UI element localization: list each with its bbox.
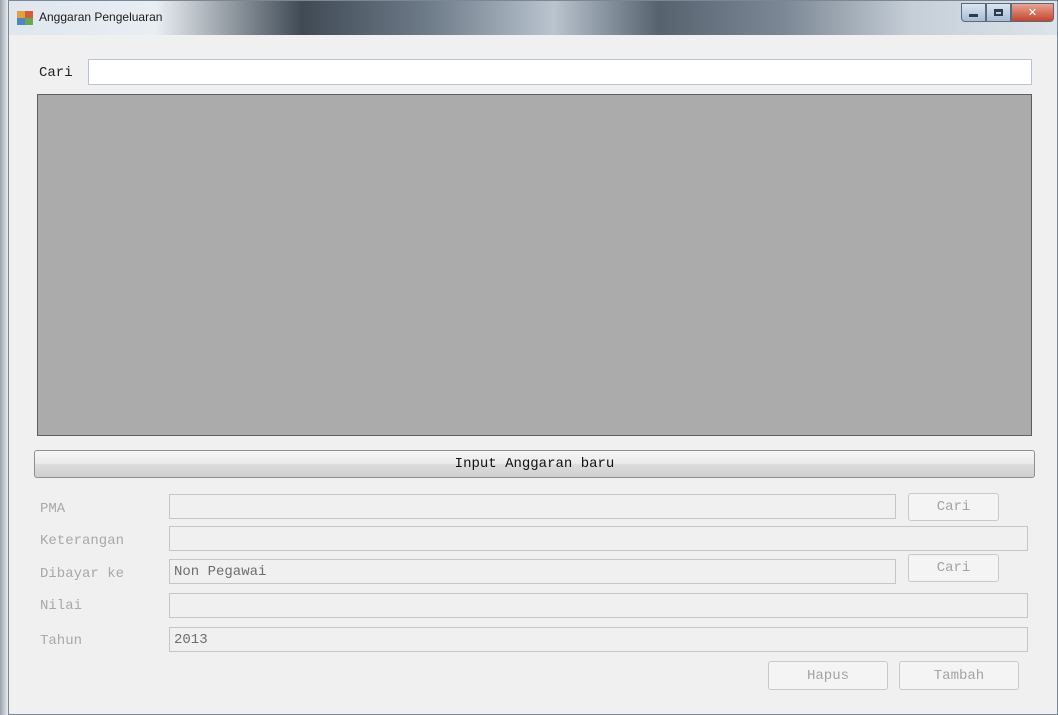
title-bar[interactable]: Anggaran Pengeluaran ✕: [9, 1, 1057, 35]
delete-button[interactable]: Hapus: [768, 661, 888, 690]
pma-field[interactable]: [169, 494, 896, 519]
maximize-icon: [994, 9, 1003, 16]
pma-label: PMA: [40, 501, 66, 517]
dibayar-ke-label: Dibayar ke: [40, 566, 125, 582]
keterangan-label: Keterangan: [40, 533, 125, 549]
search-input[interactable]: [88, 59, 1032, 85]
delete-label: Hapus: [806, 667, 849, 684]
maximize-button[interactable]: [986, 3, 1011, 22]
dibayar-ke-search-label: Cari: [936, 560, 971, 576]
app-form-icon: [17, 11, 33, 25]
dibayar-ke-field[interactable]: [169, 559, 896, 584]
tahun-field[interactable]: [169, 627, 1028, 652]
close-icon: ✕: [1027, 6, 1038, 19]
window-title: Anggaran Pengeluaran: [39, 10, 163, 24]
desktop-background: [0, 0, 8, 715]
search-label: Cari: [39, 65, 73, 81]
data-grid[interactable]: [37, 94, 1032, 436]
tahun-label: Tahun: [40, 633, 83, 649]
close-button[interactable]: ✕: [1011, 3, 1054, 22]
pma-search-button[interactable]: Cari: [908, 493, 999, 521]
dibayar-ke-search-button[interactable]: Cari: [908, 554, 999, 582]
nilai-field[interactable]: [169, 593, 1028, 618]
input-new-budget-label: Input Anggaran baru: [454, 456, 615, 472]
minimize-button[interactable]: [961, 3, 986, 22]
main-window: Anggaran Pengeluaran ✕ Cari Input Anggar…: [8, 0, 1058, 715]
nilai-label: Nilai: [40, 598, 83, 614]
add-button[interactable]: Tambah: [899, 661, 1019, 690]
keterangan-field[interactable]: [169, 526, 1028, 551]
minimize-icon: [969, 14, 978, 17]
add-label: Tambah: [933, 667, 985, 684]
pma-search-label: Cari: [936, 499, 971, 515]
input-new-budget-button[interactable]: Input Anggaran baru: [34, 450, 1035, 478]
